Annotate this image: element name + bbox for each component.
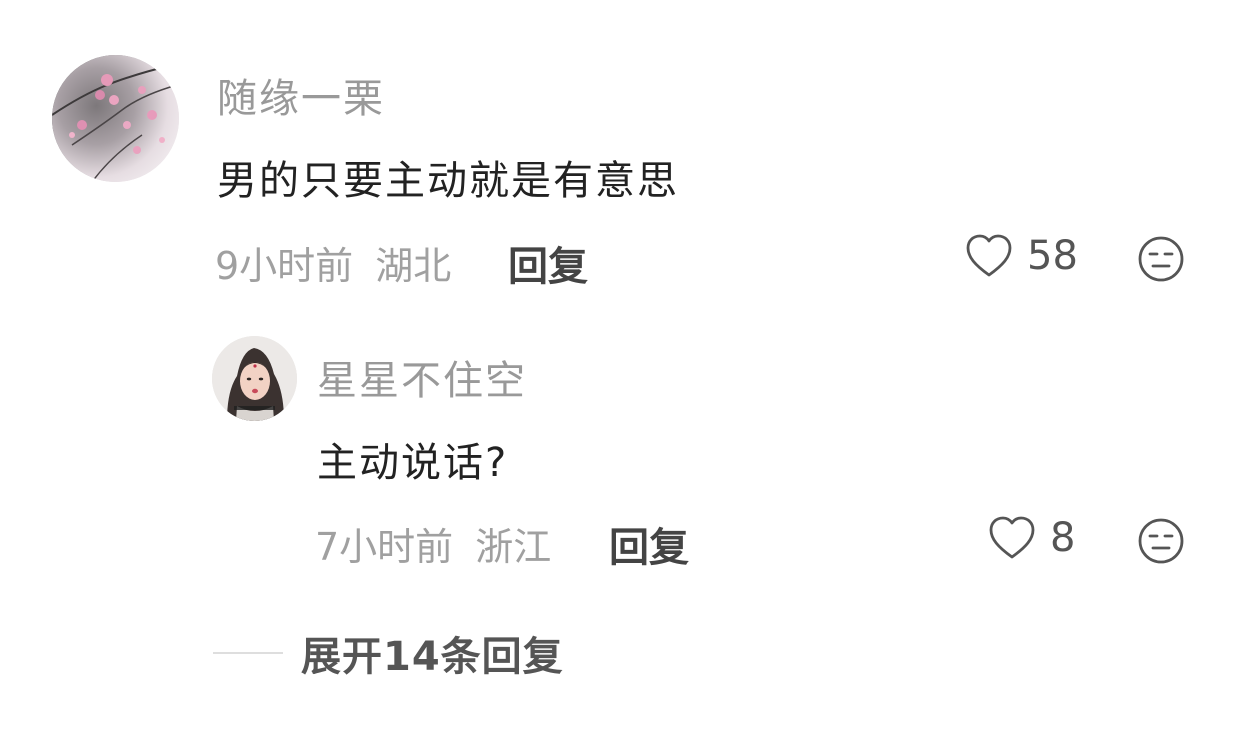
heart-icon [965, 233, 1013, 279]
comment-time: 9小时前 [215, 244, 354, 288]
reply-meta: 7小时前 浙江 [315, 516, 551, 571]
comment-text[interactable]: 男的只要主动就是有意思 [217, 148, 679, 206]
comment-location: 湖北 [375, 244, 452, 288]
reply-time: 7小时前 [315, 525, 454, 569]
expand-replies-button[interactable]: 展开14条回复 [213, 624, 564, 682]
reply-like-button[interactable]: 8 [988, 515, 1075, 561]
comment-reply-button[interactable]: 回复 [508, 234, 588, 292]
avatar[interactable] [52, 55, 179, 182]
woman-portrait-avatar-icon [212, 336, 297, 421]
expand-replies-label: 展开14条回复 [301, 634, 564, 680]
comment-username[interactable]: 随缘一栗 [217, 66, 385, 124]
comment-like-button[interactable]: 58 [965, 233, 1078, 279]
reply-username[interactable]: 星星不住空 [317, 348, 527, 406]
heart-icon [988, 515, 1036, 561]
expressionless-face-icon [1137, 517, 1185, 565]
reply-avatar[interactable] [212, 336, 297, 421]
comment-dislike-button[interactable] [1137, 235, 1185, 283]
reply-like-count: 8 [1050, 515, 1076, 561]
expressionless-face-icon [1137, 235, 1185, 283]
reply-reply-button[interactable]: 回复 [609, 515, 689, 573]
comment-thread: 随缘一栗 男的只要主动就是有意思 9小时前 湖北 回复 58 星星不住空 主动说… [0, 0, 1260, 730]
comment-like-count: 58 [1027, 233, 1078, 279]
divider [213, 652, 283, 654]
comment-meta: 9小时前 湖北 [215, 235, 451, 290]
reply-location: 浙江 [475, 525, 552, 569]
reply-dislike-button[interactable] [1137, 517, 1185, 565]
reply-text[interactable]: 主动说话? [317, 430, 508, 488]
plum-blossom-avatar-icon [52, 55, 179, 182]
